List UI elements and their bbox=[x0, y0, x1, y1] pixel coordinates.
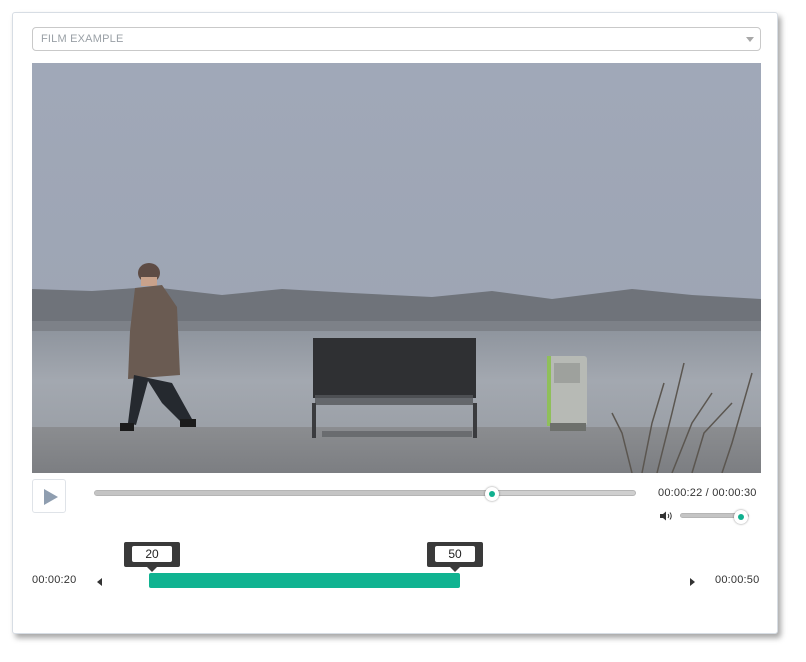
volume-icon[interactable] bbox=[659, 511, 673, 521]
play-button[interactable] bbox=[32, 479, 66, 513]
video-frame[interactable] bbox=[32, 63, 761, 473]
caret-right-icon[interactable] bbox=[690, 578, 695, 586]
trim-high-handle[interactable]: 50 bbox=[427, 542, 483, 567]
trim-high-value: 50 bbox=[435, 546, 475, 562]
film-player-panel: FILM EXAMPLE 00:00:22 / 00:00:30 00:00:2… bbox=[12, 12, 778, 634]
film-select-value: FILM EXAMPLE bbox=[41, 33, 124, 45]
duration: 00:00:30 bbox=[712, 487, 757, 499]
progress-fill bbox=[95, 491, 493, 495]
film-select[interactable]: FILM EXAMPLE bbox=[32, 27, 761, 51]
trim-start-time: 00:00:20 bbox=[32, 574, 77, 586]
volume-thumb[interactable] bbox=[734, 509, 748, 524]
volume-slider[interactable] bbox=[680, 509, 749, 524]
play-icon bbox=[44, 489, 58, 505]
progress-slider[interactable] bbox=[94, 487, 636, 501]
time-separator: / bbox=[702, 487, 713, 499]
current-time: 00:00:22 bbox=[658, 487, 703, 499]
trim-low-value: 20 bbox=[132, 546, 172, 562]
video-scene bbox=[32, 63, 761, 473]
trim-range-slider[interactable] bbox=[113, 573, 679, 591]
trim-end-time: 00:00:50 bbox=[715, 574, 760, 586]
trash-bin bbox=[547, 356, 587, 431]
chevron-down-icon bbox=[746, 37, 754, 42]
caret-left-icon[interactable] bbox=[97, 578, 102, 586]
trim-low-handle[interactable]: 20 bbox=[124, 542, 180, 567]
trim-range-fill[interactable] bbox=[149, 573, 460, 588]
progress-thumb[interactable] bbox=[485, 487, 500, 501]
time-readout: 00:00:22 / 00:00:30 bbox=[658, 487, 757, 499]
